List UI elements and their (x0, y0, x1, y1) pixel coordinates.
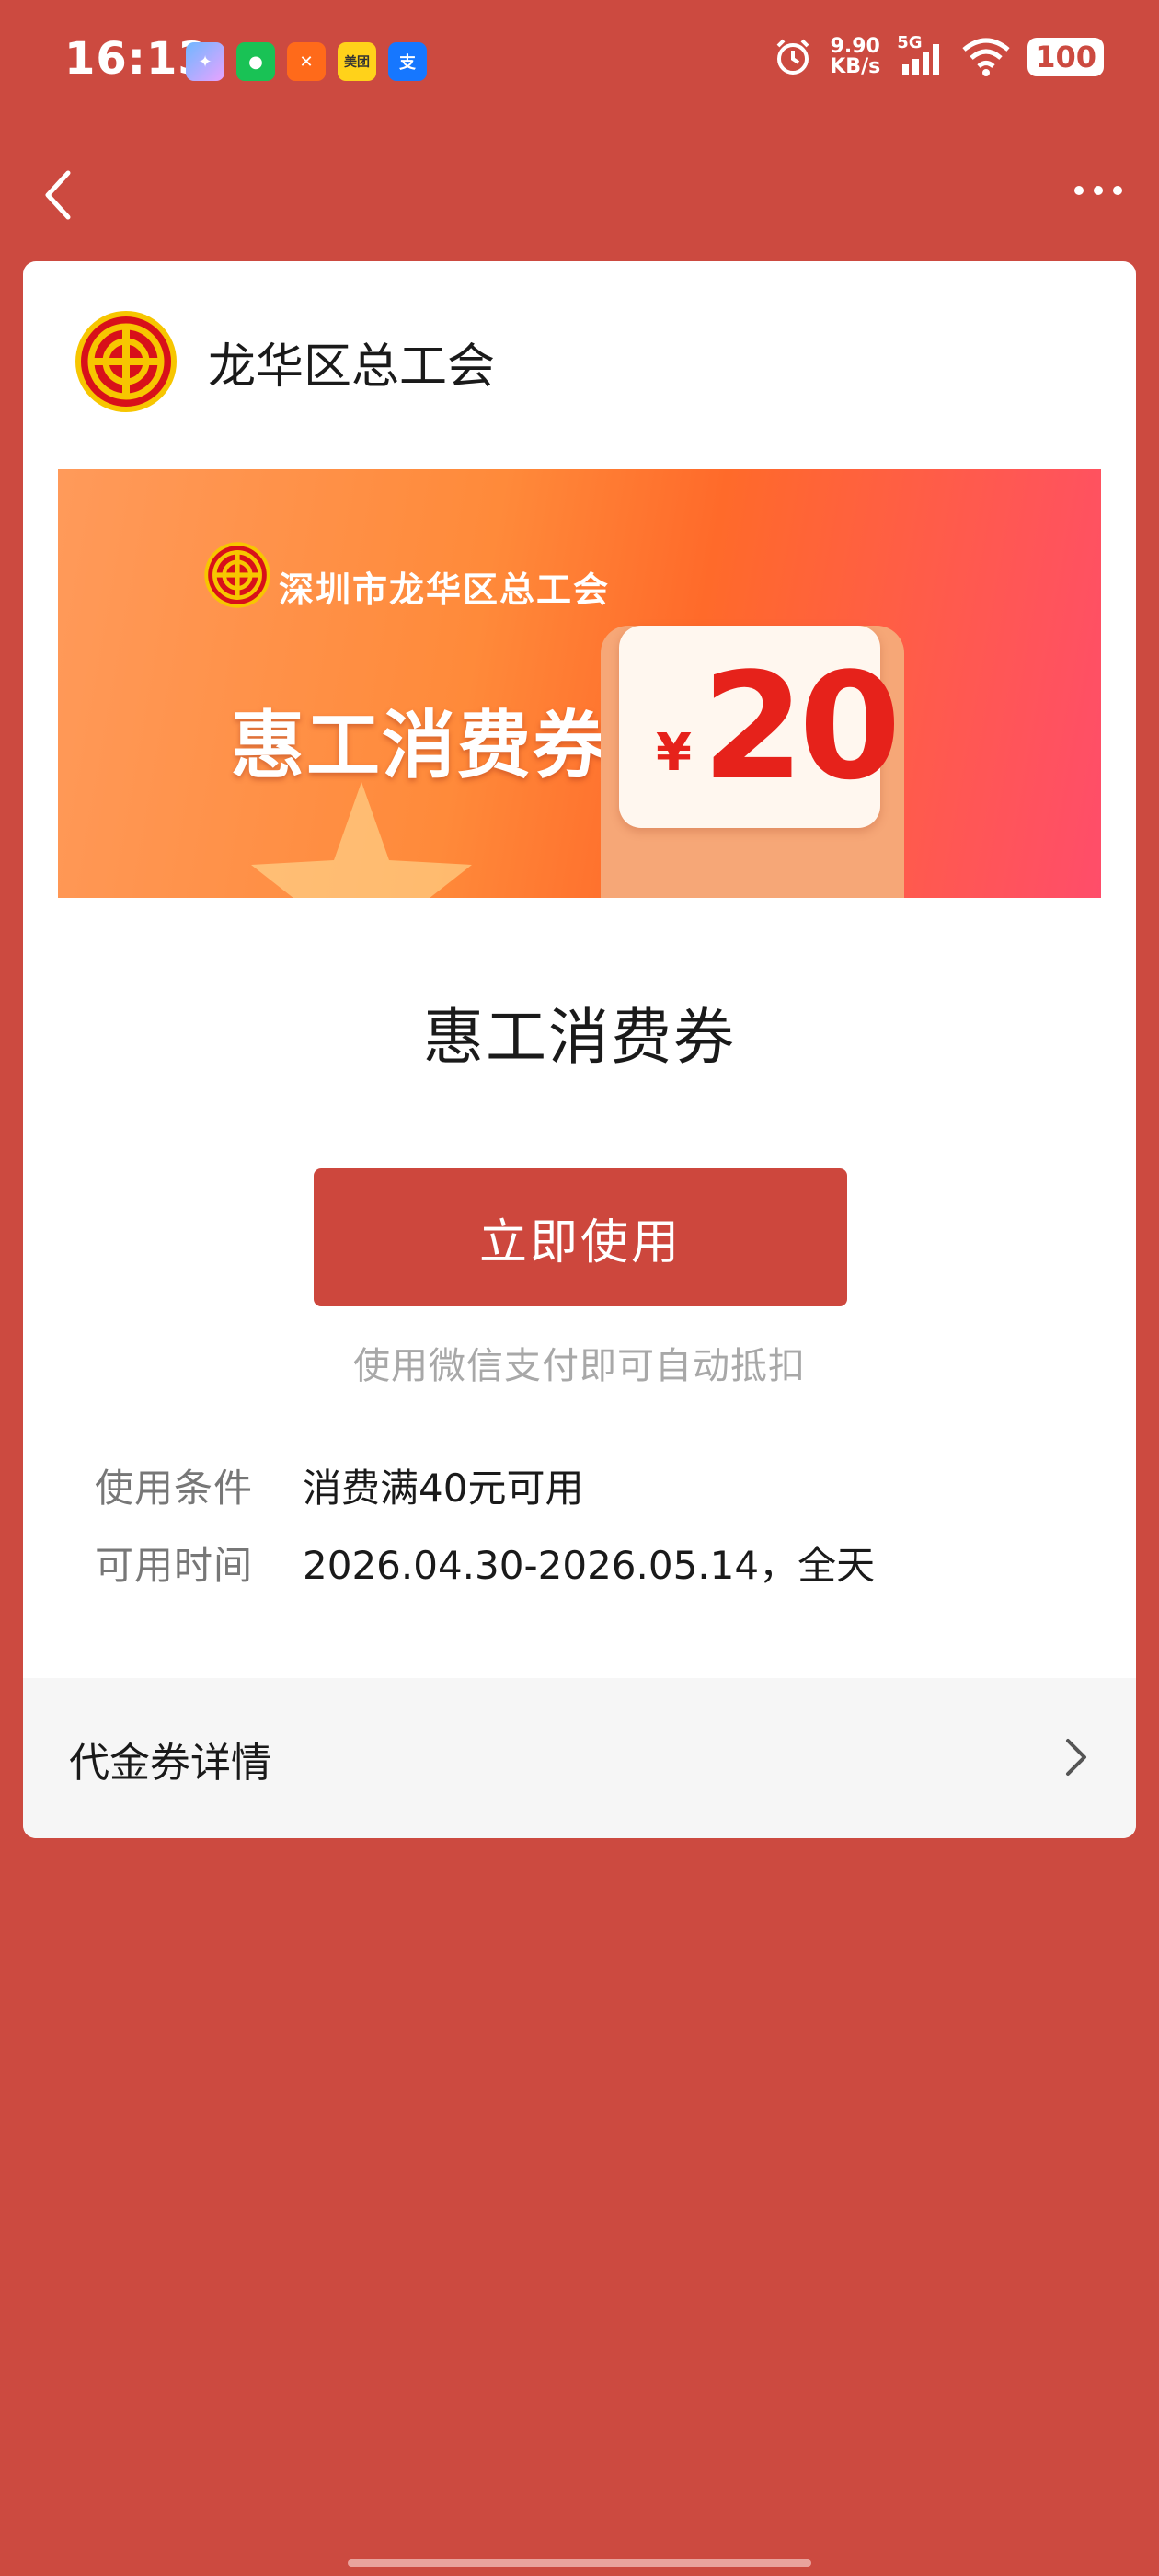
net-speed: 9.90 KB/s (830, 35, 881, 78)
wechat-icon: ● (236, 42, 275, 81)
coupon-details-row[interactable]: 代金券详情 (23, 1678, 1136, 1838)
validity-value: 2026.04.30-2026.05.14，全天 (303, 1543, 876, 1588)
wifi-icon (962, 38, 1010, 76)
app-icon: ✕ (287, 42, 326, 81)
trade-union-logo (204, 542, 270, 608)
coupon-card: 龙华区总工会 深圳市龙华区总工会 惠工消费券 ¥ 20 惠工消费券 立即使用 使… (23, 261, 1136, 1838)
more-icon[interactable] (1074, 186, 1122, 195)
coupon-amount-card: ¥ 20 (619, 626, 901, 828)
details-label: 代金券详情 (69, 1740, 271, 1787)
chevron-right-icon (1066, 1739, 1086, 1776)
org-header: 龙华区总工会 (74, 309, 495, 414)
app-icon: ✦ (186, 42, 224, 81)
coupon-amount: 20 (702, 640, 901, 812)
banner-title: 惠工消费券 (231, 703, 608, 788)
validity-row: 可用时间 2026.04.30-2026.05.14，全天 (95, 1535, 875, 1591)
alarm-icon (776, 39, 809, 75)
coupon-banner: 深圳市龙华区总工会 惠工消费券 ¥ 20 (58, 469, 1101, 898)
alipay-icon: 支 (388, 42, 427, 81)
org-name: 龙华区总工会 (208, 339, 496, 395)
back-icon[interactable] (37, 167, 83, 223)
condition-row: 使用条件 消费满40元可用 (95, 1457, 583, 1513)
nav-bar (0, 147, 1159, 239)
notification-icons: ✦ ● ✕ 美团 支 (186, 42, 427, 81)
home-indicator[interactable] (348, 2559, 811, 2567)
signal-icon: 5G (897, 33, 945, 77)
coupon-title: 惠工消费券 (423, 1002, 736, 1073)
use-now-button[interactable]: 立即使用 (314, 1168, 847, 1306)
validity-label: 可用时间 (95, 1543, 254, 1588)
status-indicators: 9.90 KB/s 5G 100 (773, 33, 1104, 78)
condition-label: 使用条件 (95, 1466, 254, 1511)
condition-value: 消费满40元可用 (303, 1466, 584, 1511)
payment-hint: 使用微信支付即可自动抵扣 (353, 1345, 806, 1387)
currency-symbol: ¥ (656, 723, 692, 783)
status-bar: 16:13 ✦ ● ✕ 美团 支 9.90 KB/s 5G 100 (0, 0, 1159, 129)
meituan-icon: 美团 (338, 42, 376, 81)
battery-indicator: 100 (1027, 38, 1104, 76)
trade-union-logo (75, 311, 177, 412)
banner-org-name: 深圳市龙华区总工会 (279, 569, 611, 610)
